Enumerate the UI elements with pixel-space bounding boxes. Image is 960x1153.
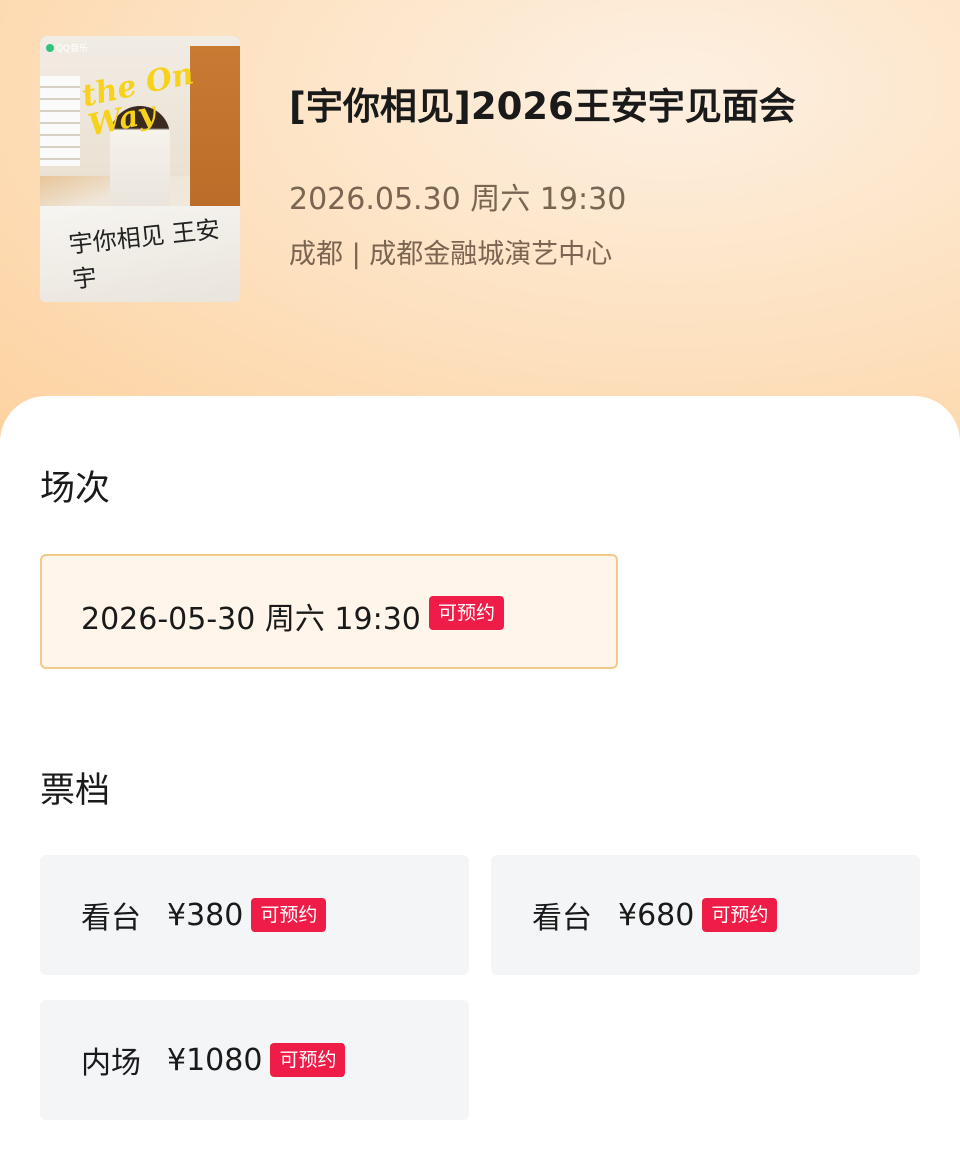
status-badge: 可预约 — [702, 898, 778, 932]
ticket-price: ¥680 — [618, 897, 695, 933]
event-venue: 成都 | 成都金融城演艺中心 — [289, 239, 613, 270]
ticket-price: ¥380 — [167, 897, 244, 933]
status-badge: 可预约 — [251, 898, 327, 932]
sessions-heading: 场次 — [40, 469, 111, 509]
qq-music-logo: QQ音乐 — [46, 41, 88, 54]
ticket-label: 看台 — [532, 901, 592, 936]
ticket-option[interactable]: 内场 ¥1080 可预约 — [40, 1000, 469, 1120]
session-label: 2026-05-30 周六 19:30 — [81, 602, 421, 637]
event-poster-image[interactable]: QQ音乐 the On Way 宇你相见 王安宇 — [40, 36, 240, 302]
qq-music-icon — [46, 44, 54, 52]
booking-sheet: 场次 2026-05-30 周六 19:30 可预约 票档 看台 ¥380 可预… — [0, 396, 960, 1153]
event-header: QQ音乐 the On Way 宇你相见 王安宇 [宇你相见]2026王安宇见面… — [0, 0, 960, 440]
ticket-label: 看台 — [81, 901, 141, 936]
ticket-option[interactable]: 看台 ¥380 可预约 — [40, 855, 469, 975]
session-option-selected[interactable]: 2026-05-30 周六 19:30 可预约 — [40, 554, 618, 669]
event-datetime: 2026.05.30 周六 19:30 — [289, 182, 627, 217]
poster-stairs — [40, 76, 80, 166]
status-badge: 可预约 — [429, 596, 505, 630]
status-badge: 可预约 — [270, 1043, 346, 1077]
ticket-option[interactable]: 看台 ¥680 可预约 — [491, 855, 920, 975]
event-title: [宇你相见]2026王安宇见面会 — [289, 85, 796, 128]
tickets-heading: 票档 — [40, 771, 111, 811]
ticket-label: 内场 — [81, 1046, 141, 1081]
ticket-price: ¥1080 — [167, 1042, 263, 1078]
